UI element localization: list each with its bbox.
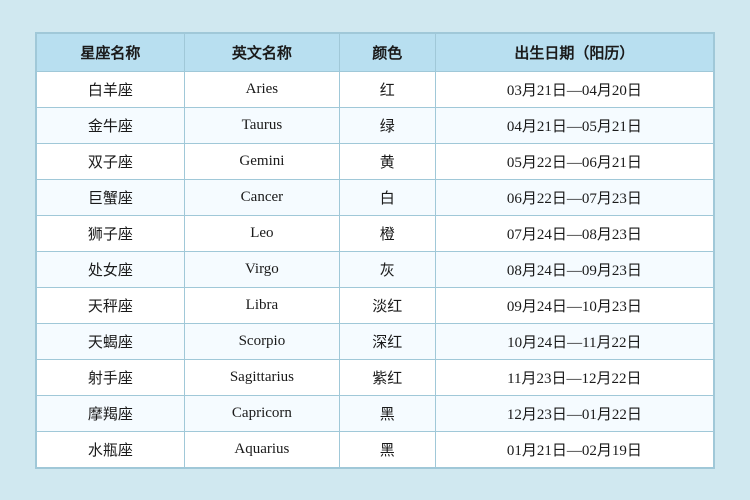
cell-row5-col0: 处女座 — [37, 251, 185, 287]
col-header-birthdate: 出生日期（阳历） — [435, 33, 713, 71]
cell-row9-col1: Capricorn — [184, 395, 339, 431]
cell-row5-col3: 08月24日—09月23日 — [435, 251, 713, 287]
cell-row2-col0: 双子座 — [37, 143, 185, 179]
table-row: 双子座Gemini黄05月22日—06月21日 — [37, 143, 714, 179]
cell-row8-col0: 射手座 — [37, 359, 185, 395]
cell-row9-col3: 12月23日—01月22日 — [435, 395, 713, 431]
cell-row10-col1: Aquarius — [184, 431, 339, 467]
cell-row0-col1: Aries — [184, 71, 339, 107]
col-header-chinese-name: 星座名称 — [37, 33, 185, 71]
table-row: 白羊座Aries红03月21日—04月20日 — [37, 71, 714, 107]
table-row: 处女座Virgo灰08月24日—09月23日 — [37, 251, 714, 287]
cell-row8-col3: 11月23日—12月22日 — [435, 359, 713, 395]
cell-row6-col3: 09月24日—10月23日 — [435, 287, 713, 323]
cell-row6-col2: 淡红 — [339, 287, 435, 323]
cell-row2-col2: 黄 — [339, 143, 435, 179]
cell-row4-col3: 07月24日—08月23日 — [435, 215, 713, 251]
cell-row7-col1: Scorpio — [184, 323, 339, 359]
cell-row0-col0: 白羊座 — [37, 71, 185, 107]
cell-row7-col0: 天蝎座 — [37, 323, 185, 359]
cell-row5-col2: 灰 — [339, 251, 435, 287]
cell-row7-col2: 深红 — [339, 323, 435, 359]
cell-row1-col1: Taurus — [184, 107, 339, 143]
cell-row3-col0: 巨蟹座 — [37, 179, 185, 215]
cell-row1-col2: 绿 — [339, 107, 435, 143]
cell-row5-col1: Virgo — [184, 251, 339, 287]
table-row: 射手座Sagittarius紫红11月23日—12月22日 — [37, 359, 714, 395]
table-row: 巨蟹座Cancer白06月22日—07月23日 — [37, 179, 714, 215]
table-body: 白羊座Aries红03月21日—04月20日金牛座Taurus绿04月21日—0… — [37, 71, 714, 467]
cell-row2-col1: Gemini — [184, 143, 339, 179]
table-row: 摩羯座Capricorn黑12月23日—01月22日 — [37, 395, 714, 431]
cell-row6-col0: 天秤座 — [37, 287, 185, 323]
table-row: 金牛座Taurus绿04月21日—05月21日 — [37, 107, 714, 143]
cell-row7-col3: 10月24日—11月22日 — [435, 323, 713, 359]
cell-row10-col2: 黑 — [339, 431, 435, 467]
table-row: 狮子座Leo橙07月24日—08月23日 — [37, 215, 714, 251]
table-row: 天秤座Libra淡红09月24日—10月23日 — [37, 287, 714, 323]
cell-row0-col3: 03月21日—04月20日 — [435, 71, 713, 107]
cell-row6-col1: Libra — [184, 287, 339, 323]
table-row: 水瓶座Aquarius黑01月21日—02月19日 — [37, 431, 714, 467]
cell-row3-col2: 白 — [339, 179, 435, 215]
cell-row8-col1: Sagittarius — [184, 359, 339, 395]
cell-row3-col1: Cancer — [184, 179, 339, 215]
cell-row4-col1: Leo — [184, 215, 339, 251]
table-row: 天蝎座Scorpio深红10月24日—11月22日 — [37, 323, 714, 359]
table-header-row: 星座名称 英文名称 颜色 出生日期（阳历） — [37, 33, 714, 71]
col-header-english-name: 英文名称 — [184, 33, 339, 71]
cell-row8-col2: 紫红 — [339, 359, 435, 395]
cell-row9-col0: 摩羯座 — [37, 395, 185, 431]
cell-row1-col3: 04月21日—05月21日 — [435, 107, 713, 143]
cell-row1-col0: 金牛座 — [37, 107, 185, 143]
cell-row9-col2: 黑 — [339, 395, 435, 431]
cell-row3-col3: 06月22日—07月23日 — [435, 179, 713, 215]
zodiac-table-container: 星座名称 英文名称 颜色 出生日期（阳历） 白羊座Aries红03月21日—04… — [35, 32, 715, 469]
cell-row0-col2: 红 — [339, 71, 435, 107]
cell-row2-col3: 05月22日—06月21日 — [435, 143, 713, 179]
cell-row4-col0: 狮子座 — [37, 215, 185, 251]
cell-row10-col0: 水瓶座 — [37, 431, 185, 467]
cell-row4-col2: 橙 — [339, 215, 435, 251]
zodiac-table: 星座名称 英文名称 颜色 出生日期（阳历） 白羊座Aries红03月21日—04… — [36, 33, 714, 468]
cell-row10-col3: 01月21日—02月19日 — [435, 431, 713, 467]
col-header-color: 颜色 — [339, 33, 435, 71]
